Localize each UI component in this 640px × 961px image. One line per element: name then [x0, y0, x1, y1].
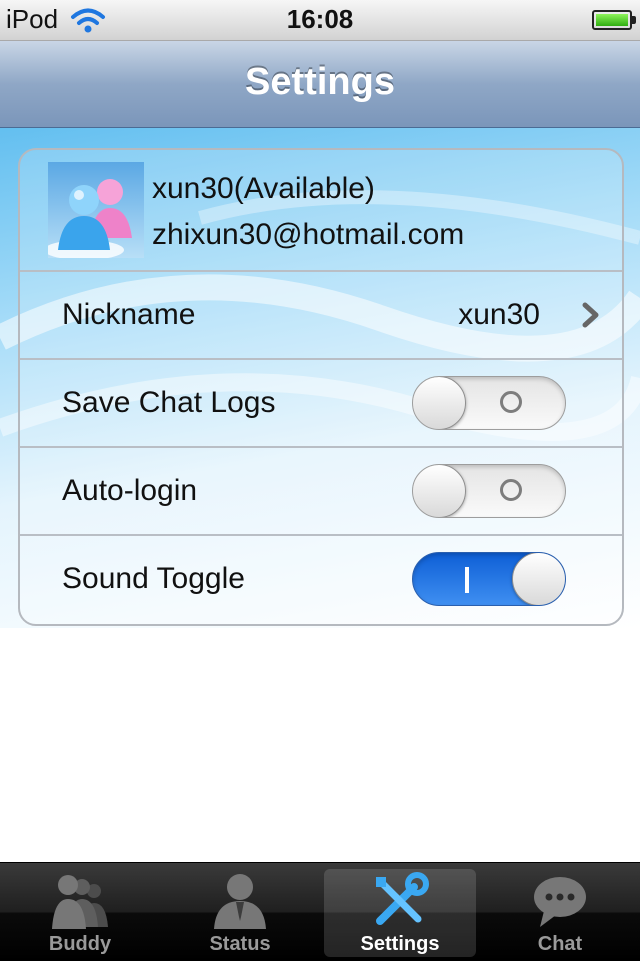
tab-label: Chat	[537, 933, 583, 955]
save-chat-logs-row: Save Chat Logs	[20, 358, 622, 446]
status-bar: iPod 16:08	[0, 0, 640, 41]
navigation-bar: Settings	[0, 41, 640, 128]
profile-email: zhixun30@hotmail.com	[152, 218, 465, 251]
tab-label: Status	[209, 933, 271, 955]
status-icon	[214, 874, 266, 929]
toggle-on-indicator	[465, 567, 469, 593]
tab-label: Buddy	[48, 933, 112, 955]
sound-toggle-label: Sound Toggle	[62, 562, 245, 595]
settings-content: xun30(Available) zhixun30@hotmail.com Ni…	[0, 128, 640, 862]
toggle-knob	[512, 553, 565, 605]
tab-chat[interactable]: Chat	[480, 863, 640, 961]
toggle-knob	[413, 465, 466, 517]
sound-toggle-switch[interactable]	[412, 552, 566, 606]
tab-label: Settings	[360, 933, 440, 955]
chevron-right-icon	[582, 302, 599, 328]
nickname-row[interactable]: Nickname xun30	[20, 270, 622, 358]
battery-icon	[592, 10, 636, 30]
toggle-off-indicator	[500, 479, 522, 501]
sound-toggle-row: Sound Toggle	[20, 534, 622, 624]
auto-login-toggle[interactable]	[412, 464, 566, 518]
tab-bar: Buddy Status Settings Chat	[0, 862, 640, 961]
save-chat-logs-toggle[interactable]	[412, 376, 566, 430]
auto-login-row: Auto-login	[20, 446, 622, 534]
settings-group: xun30(Available) zhixun30@hotmail.com Ni…	[18, 148, 624, 626]
nickname-value: xun30	[458, 298, 540, 331]
settings-tools-icon	[376, 872, 429, 925]
nickname-label: Nickname	[62, 298, 196, 331]
tab-settings[interactable]: Settings	[320, 863, 480, 961]
profile-name-status: xun30(Available)	[152, 172, 375, 205]
toggle-knob	[413, 377, 466, 429]
tab-buddy[interactable]: Buddy	[0, 863, 160, 961]
save-chat-logs-label: Save Chat Logs	[62, 386, 276, 419]
page-title: Settings	[245, 61, 395, 103]
battery-level	[596, 14, 628, 26]
buddy-icon	[52, 875, 108, 929]
chat-bubble-icon	[534, 877, 586, 927]
buddy-avatar-icon	[48, 162, 144, 258]
clock: 16:08	[286, 4, 354, 34]
toggle-off-indicator	[500, 391, 522, 413]
profile-row[interactable]: xun30(Available) zhixun30@hotmail.com	[20, 150, 622, 270]
auto-login-label: Auto-login	[62, 474, 198, 507]
tab-status[interactable]: Status	[160, 863, 320, 961]
